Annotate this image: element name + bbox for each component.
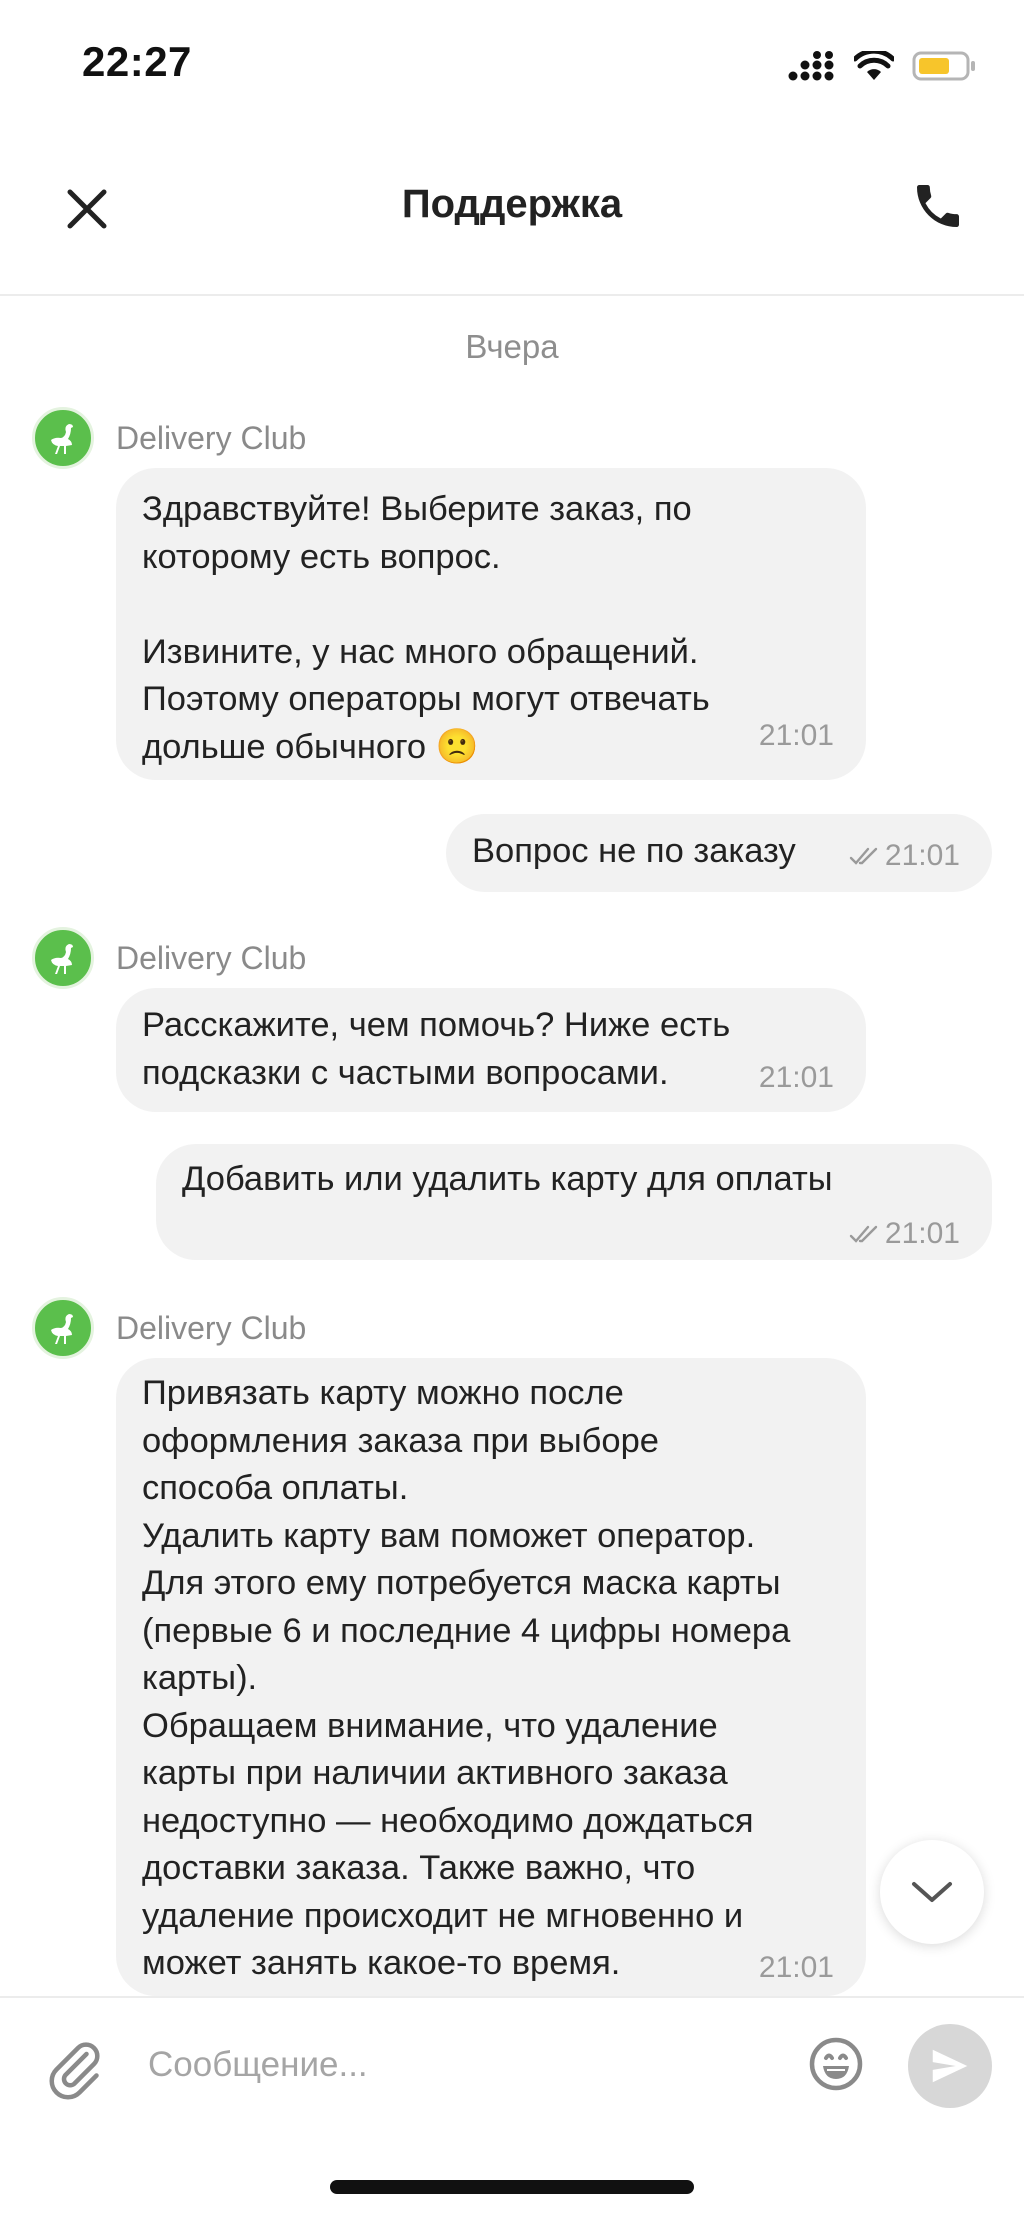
date-separator: Вчера bbox=[465, 328, 559, 365]
status-icons bbox=[788, 46, 976, 86]
battery-icon bbox=[912, 51, 975, 81]
chat-header: Поддержка bbox=[0, 130, 1024, 296]
message-meta: 21:01 bbox=[849, 832, 960, 880]
status-time: 22:27 bbox=[82, 38, 192, 85]
ostrich-logo-icon bbox=[51, 1314, 73, 1344]
message-time: 21:01 bbox=[884, 839, 960, 872]
message-input[interactable] bbox=[146, 2028, 790, 2102]
sender-name: Delivery Club bbox=[116, 1309, 307, 1346]
phone-icon bbox=[917, 185, 959, 227]
chat-messages[interactable]: Вчера Delivery Club Здравствуйте! Выбери… bbox=[0, 296, 1024, 1996]
chevron-down-icon bbox=[912, 1882, 952, 1902]
paperclip-icon bbox=[49, 2042, 100, 2100]
message-text: Здравствуйте! Выберите заказ, по котором… bbox=[142, 490, 710, 766]
sender-name: Delivery Club bbox=[116, 419, 307, 456]
call-button[interactable] bbox=[910, 178, 966, 234]
message-composer bbox=[0, 1996, 1024, 2216]
message-text: Добавить или удалить карту для оплаты bbox=[182, 1160, 833, 1198]
status-bar: 22:27 bbox=[0, 0, 1024, 130]
sender-name: Delivery Club bbox=[116, 939, 307, 976]
signal-icon bbox=[788, 51, 834, 81]
home-indicator bbox=[330, 2180, 694, 2194]
avatar bbox=[32, 407, 94, 469]
incoming-message-bubble[interactable]: Здравствуйте! Выберите заказ, по котором… bbox=[116, 468, 866, 780]
message-text: Расскажите, чем помочь? Ниже есть подска… bbox=[142, 1006, 731, 1092]
sender-row: Delivery Club bbox=[32, 406, 306, 470]
emoji-button[interactable] bbox=[806, 2034, 866, 2094]
wifi-icon bbox=[854, 51, 894, 80]
incoming-message-bubble[interactable]: Расскажите, чем помочь? Ниже есть подска… bbox=[116, 988, 866, 1112]
message-text: Привязать карту можно после оформления з… bbox=[142, 1374, 791, 1982]
message-time: 21:01 bbox=[758, 1061, 834, 1094]
outgoing-message-bubble[interactable]: Добавить или удалить карту для оплаты 21… bbox=[156, 1144, 992, 1260]
avatar bbox=[32, 927, 94, 989]
send-button[interactable] bbox=[908, 2024, 992, 2108]
read-checkmarks-icon bbox=[849, 847, 878, 865]
support-chat-screen: 22:27 Поддержка Вчера Delivery Club Здра… bbox=[0, 0, 1024, 2216]
page-title: Поддержка bbox=[401, 182, 623, 226]
attach-button[interactable] bbox=[44, 2034, 104, 2104]
message-time: 21:01 bbox=[884, 1217, 960, 1250]
avatar bbox=[32, 1297, 94, 1359]
smiley-icon bbox=[809, 2037, 863, 2091]
message-meta: 21:01 bbox=[849, 1210, 960, 1258]
incoming-message-bubble[interactable]: Привязать карту можно после оформления з… bbox=[116, 1358, 866, 1996]
message-time: 21:01 bbox=[758, 719, 834, 752]
sender-row: Delivery Club bbox=[32, 926, 306, 990]
message-time: 21:01 bbox=[758, 1951, 834, 1984]
sender-row: Delivery Club bbox=[32, 1296, 306, 1360]
scroll-to-bottom-button[interactable] bbox=[880, 1840, 984, 1944]
send-icon bbox=[932, 2049, 968, 2083]
ostrich-logo-icon bbox=[51, 424, 73, 454]
read-checkmarks-icon bbox=[849, 1225, 878, 1243]
ostrich-logo-icon bbox=[51, 944, 73, 974]
outgoing-message-bubble[interactable]: Вопрос не по заказу 21:01 bbox=[446, 814, 992, 892]
